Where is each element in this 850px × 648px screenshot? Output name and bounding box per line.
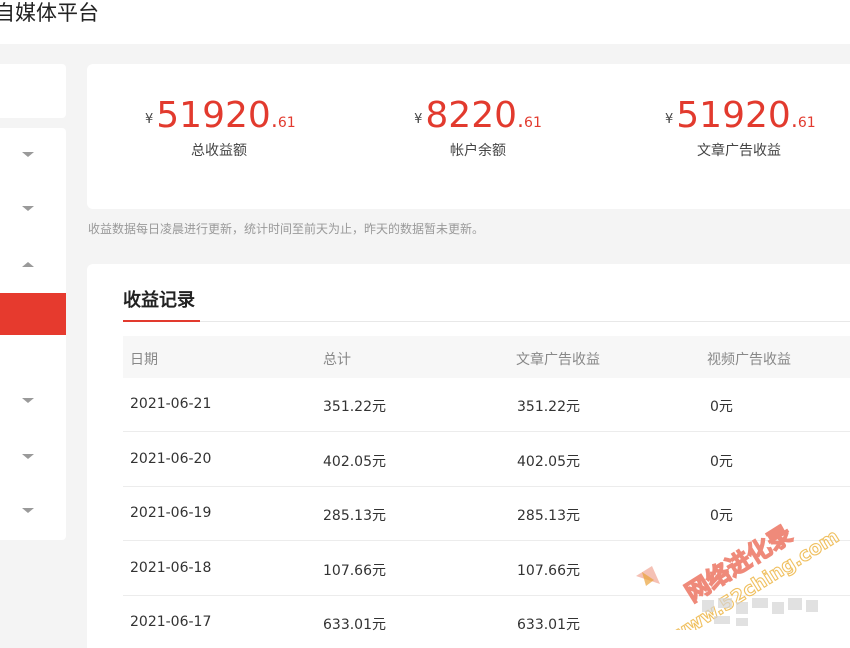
cell-total: 402.05元 bbox=[323, 454, 386, 470]
chevron-down-icon bbox=[22, 206, 34, 211]
column-header-total: 总计 bbox=[323, 352, 351, 368]
cell-video-ad: 0元 bbox=[710, 399, 733, 415]
stat-label: 文章广告收益 bbox=[697, 143, 781, 159]
cell-article-ad: 107.66元 bbox=[517, 563, 580, 579]
app-title: 自媒体平台 bbox=[0, 1, 99, 25]
cell-total: 107.66元 bbox=[323, 563, 386, 579]
amount-decimal: 61 bbox=[277, 115, 296, 131]
blurred-region bbox=[772, 602, 784, 614]
blurred-region bbox=[736, 602, 748, 614]
currency-symbol: ¥ bbox=[665, 112, 674, 127]
update-note: 收益数据每日凌晨进行更新，统计时间至前天为止，昨天的数据暂未更新。 bbox=[88, 222, 485, 236]
cell-date: 2021-06-18 bbox=[130, 560, 212, 576]
chevron-up-icon bbox=[22, 262, 34, 267]
blurred-region bbox=[788, 598, 802, 610]
stat-total-income: ¥51920.61 总收益额 bbox=[145, 95, 296, 160]
cell-article-ad: 285.13元 bbox=[517, 508, 580, 524]
column-header-video-ad: 视频广告收益 bbox=[707, 352, 791, 368]
blurred-region bbox=[736, 618, 748, 626]
chevron-down-icon bbox=[22, 454, 34, 459]
amount-integer: 8220 bbox=[425, 95, 518, 136]
cell-video-ad: 0元 bbox=[710, 454, 733, 470]
blurred-region bbox=[752, 598, 768, 608]
stat-amount: ¥8220.61 bbox=[413, 96, 543, 136]
records-title[interactable]: 收益记录 bbox=[123, 286, 195, 312]
blurred-region bbox=[702, 600, 714, 612]
divider bbox=[123, 321, 850, 322]
stat-label: 总收益额 bbox=[191, 143, 247, 159]
sidebar-item-2[interactable] bbox=[0, 188, 66, 230]
site-watermark: 网络进化录 www.52ching.com bbox=[632, 480, 850, 648]
chevron-down-icon bbox=[22, 508, 34, 513]
amount-integer: 51920 bbox=[676, 95, 791, 136]
table-row: 2021-06-20 402.05元 402.05元 0元 bbox=[123, 433, 850, 487]
column-header-article-ad: 文章广告收益 bbox=[516, 352, 600, 368]
amount-decimal: 61 bbox=[524, 115, 542, 131]
cell-date: 2021-06-20 bbox=[130, 451, 212, 467]
amount-decimal: 61 bbox=[797, 115, 816, 131]
sidebar-item-4[interactable] bbox=[0, 380, 66, 422]
currency-symbol: ¥ bbox=[145, 112, 154, 127]
cell-total: 633.01元 bbox=[323, 617, 386, 633]
amount-dot: . bbox=[517, 108, 525, 133]
stat-amount: ¥51920.61 bbox=[665, 95, 816, 136]
table-row: 2021-06-21 351.22元 351.22元 0元 bbox=[123, 378, 850, 432]
cell-article-ad: 402.05元 bbox=[517, 454, 580, 470]
sidebar-item-6[interactable] bbox=[0, 490, 66, 532]
stats-card: ¥51920.61 总收益额 ¥8220.61 帐户余额 ¥51920.61 文… bbox=[87, 64, 850, 209]
blurred-region bbox=[714, 616, 730, 624]
cell-total: 351.22元 bbox=[323, 399, 386, 415]
active-tab-underline bbox=[123, 320, 200, 322]
chevron-down-icon bbox=[22, 152, 34, 157]
sidebar-item-active[interactable] bbox=[0, 293, 66, 335]
sidebar-header bbox=[0, 64, 66, 118]
cell-article-ad: 351.22元 bbox=[517, 399, 580, 415]
stat-amount: ¥51920.61 bbox=[145, 95, 296, 136]
stat-account-balance: ¥8220.61 帐户余额 bbox=[413, 96, 543, 160]
amount-dot: . bbox=[790, 108, 798, 133]
amount-integer: 51920 bbox=[156, 95, 271, 136]
amount-dot: . bbox=[270, 108, 278, 133]
cell-total: 285.13元 bbox=[323, 508, 386, 524]
top-bar: 自媒体平台 bbox=[0, 0, 850, 44]
table-header: 日期 总计 文章广告收益 视频广告收益 bbox=[123, 336, 850, 378]
chevron-down-icon bbox=[22, 398, 34, 403]
cell-article-ad: 633.01元 bbox=[517, 617, 580, 633]
sidebar-item-5[interactable] bbox=[0, 436, 66, 478]
column-header-date: 日期 bbox=[130, 352, 158, 368]
stat-article-ad-income: ¥51920.61 文章广告收益 bbox=[665, 95, 816, 160]
blurred-region bbox=[718, 598, 732, 608]
cell-date: 2021-06-17 bbox=[130, 614, 212, 630]
cell-date: 2021-06-19 bbox=[130, 505, 212, 521]
sidebar-item-1[interactable] bbox=[0, 134, 66, 176]
stat-label: 帐户余额 bbox=[450, 143, 506, 159]
sidebar-menu bbox=[0, 128, 66, 540]
currency-symbol: ¥ bbox=[414, 112, 423, 127]
blurred-region bbox=[806, 600, 818, 612]
cell-date: 2021-06-21 bbox=[130, 396, 212, 412]
sidebar-item-3[interactable] bbox=[0, 244, 66, 286]
